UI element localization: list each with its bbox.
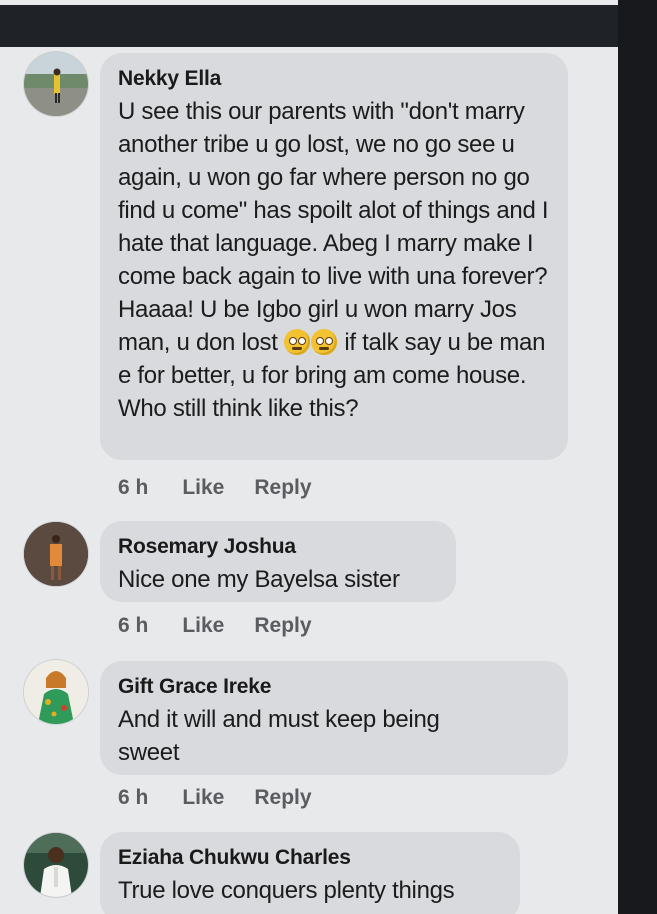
timestamp[interactable]: 6 h xyxy=(118,786,148,810)
reply-button[interactable]: Reply xyxy=(254,786,311,810)
like-button[interactable]: Like xyxy=(182,786,224,810)
comment-bubble: Gift Grace Ireke And it will and must ke… xyxy=(100,661,568,775)
comments-panel: Nekky Ella U see this our parents with "… xyxy=(0,47,618,914)
avatar[interactable] xyxy=(24,522,88,586)
comment-bubble: Rosemary Joshua Nice one my Bayelsa sist… xyxy=(100,521,456,602)
comment-bubble: Eziaha Chukwu Charles True love conquers… xyxy=(100,832,520,914)
comment-actions: 6 h Like Reply xyxy=(118,786,342,810)
like-button[interactable]: Like xyxy=(182,614,224,638)
avatar[interactable] xyxy=(24,52,88,116)
timestamp[interactable]: 6 h xyxy=(118,476,148,500)
comment-text-part: U see this our parents with "don't marry… xyxy=(118,98,549,356)
rolling-eyes-emoji-icon xyxy=(310,329,337,355)
comment-actions: 6 h Like Reply xyxy=(118,476,342,500)
commenter-name[interactable]: Nekky Ella xyxy=(118,65,550,93)
avatar[interactable] xyxy=(24,833,88,897)
commenter-name[interactable]: Eziaha Chukwu Charles xyxy=(118,844,502,872)
comment-actions: 6 h Like Reply xyxy=(118,614,342,638)
comment-text: Nice one my Bayelsa sister xyxy=(118,566,400,593)
dark-band xyxy=(0,5,618,47)
reply-button[interactable]: Reply xyxy=(254,476,311,500)
commenter-name[interactable]: Gift Grace Ireke xyxy=(118,673,550,701)
commenter-name[interactable]: Rosemary Joshua xyxy=(118,533,438,561)
reply-button[interactable]: Reply xyxy=(254,614,311,638)
comment-text: And it will and must keep being sweet xyxy=(118,706,440,766)
right-edge xyxy=(618,0,657,914)
comment-text: U see this our parents with "don't marry… xyxy=(118,95,550,425)
rolling-eyes-emoji-icon xyxy=(283,329,310,355)
timestamp[interactable]: 6 h xyxy=(118,614,148,638)
avatar[interactable] xyxy=(24,660,88,724)
comment-text: True love conquers plenty things xyxy=(118,877,455,904)
comment-bubble: Nekky Ella U see this our parents with "… xyxy=(100,53,568,460)
like-button[interactable]: Like xyxy=(182,476,224,500)
